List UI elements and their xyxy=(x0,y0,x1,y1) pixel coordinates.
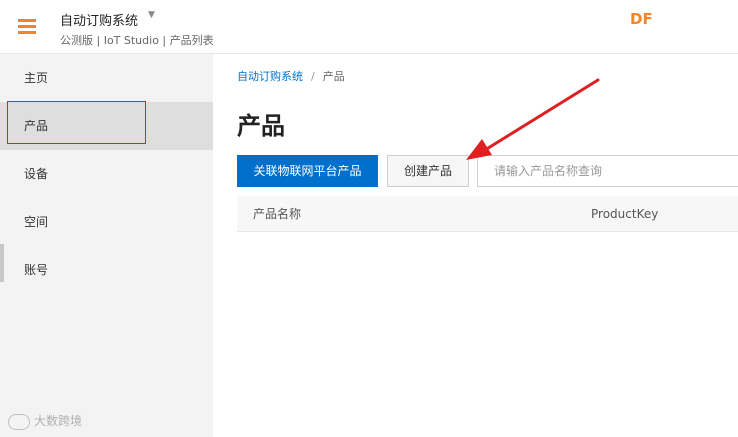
watermark-text: 大数跨境 xyxy=(34,414,83,428)
sidebar-item-accounts[interactable]: 账号 xyxy=(0,246,213,294)
top-header: 自动订购系统 ▼ 公测版 | IoT Studio | 产品列表 DF xyxy=(0,0,738,54)
watermark: 大数跨境 xyxy=(8,412,82,430)
app-subtitle: 公测版 | IoT Studio | 产品列表 xyxy=(60,34,214,47)
watermark-logo-icon xyxy=(8,413,30,430)
caret-down-icon[interactable]: ▼ xyxy=(148,10,155,20)
sidebar-item-spaces[interactable]: 空间 xyxy=(0,198,213,246)
app-title[interactable]: 自动订购系统 xyxy=(60,10,138,29)
breadcrumb-current: 产品 xyxy=(322,70,345,83)
sidebar-item-devices[interactable]: 设备 xyxy=(0,150,213,198)
main-content: 自动订购系统 / 产品 产品 关联物联网平台产品 创建产品 产品名称 Product… xyxy=(213,54,738,437)
breadcrumb: 自动订购系统 / 产品 xyxy=(237,68,345,84)
link-platform-product-button[interactable]: 关联物联网平台产品 xyxy=(237,155,378,187)
brand-logo: DF xyxy=(630,10,653,28)
table-header: 产品名称 ProductKey xyxy=(237,196,738,232)
page-title: 产品 xyxy=(237,112,285,140)
column-header-productkey[interactable]: ProductKey xyxy=(591,196,658,232)
create-product-button[interactable]: 创建产品 xyxy=(387,155,469,187)
breadcrumb-root-link[interactable]: 自动订购系统 xyxy=(237,70,303,83)
column-header-product-name[interactable]: 产品名称 xyxy=(253,196,301,232)
breadcrumb-separator: / xyxy=(311,70,315,83)
sidebar-item-home[interactable]: 主页 xyxy=(0,54,213,102)
sidebar-item-products[interactable]: 产品 xyxy=(0,102,213,150)
product-search-input[interactable] xyxy=(477,155,738,187)
hamburger-menu-icon[interactable] xyxy=(18,19,36,35)
sidebar: 主页 产品 设备 空间 账号 xyxy=(0,54,213,437)
sidebar-scroll-indicator[interactable] xyxy=(0,244,4,282)
